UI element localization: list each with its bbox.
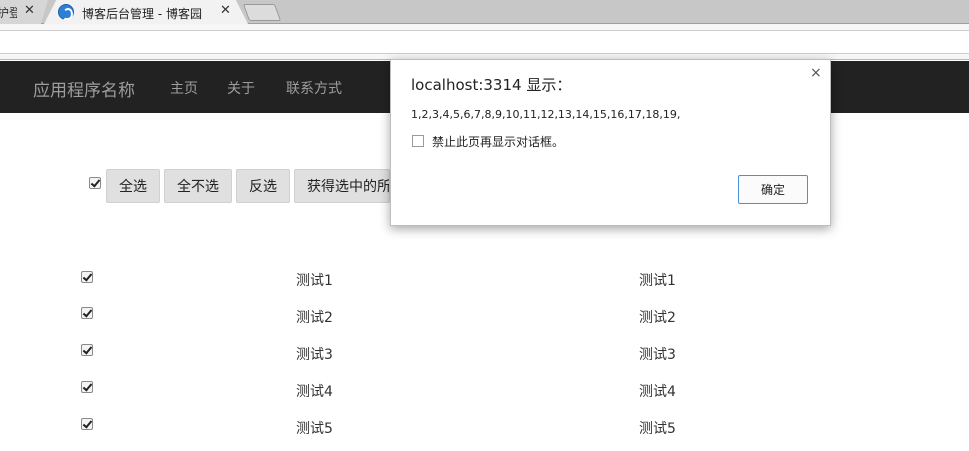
row-cell-value: 测试3	[639, 347, 676, 363]
row-cell-name: 测试5	[296, 421, 333, 437]
dialog-title: localhost:3314 显示：	[411, 76, 572, 94]
nav-link-contact[interactable]: 联系方式	[286, 78, 342, 98]
ok-button[interactable]: 确定	[738, 175, 808, 204]
browser-tab-active[interactable]: 博客后台管理 - 博客园 ✕	[44, 0, 248, 24]
suppress-dialogs-label[interactable]: 禁止此页再显示对话框。	[432, 133, 564, 150]
dialog-message: 1,2,3,4,5,6,7,8,9,10,11,12,13,14,15,16,1…	[411, 108, 681, 121]
browser-tab-previous[interactable]: 护登 ✕	[0, 0, 48, 24]
address-bar	[0, 24, 969, 60]
suppress-dialogs-checkbox[interactable]	[412, 135, 424, 147]
row-cell-value: 测试5	[639, 421, 676, 437]
nav-link-about[interactable]: 关于	[227, 78, 255, 98]
get-selected-button[interactable]: 获得选中的所	[294, 169, 390, 203]
select-none-button[interactable]: 全不选	[164, 169, 232, 203]
row-cell-name: 测试2	[296, 310, 333, 326]
tab-title: 护登	[0, 5, 17, 20]
tab-title: 博客后台管理 - 博客园	[82, 7, 202, 21]
url-input[interactable]	[0, 30, 969, 54]
row-cell-name: 测试4	[296, 384, 333, 400]
row-cell-name: 测试1	[296, 273, 333, 289]
alert-dialog: localhost:3314 显示： × 1,2,3,4,5,6,7,8,9,1…	[390, 59, 831, 226]
row-checkbox[interactable]	[81, 344, 93, 356]
select-all-checkbox[interactable]	[89, 177, 101, 189]
close-icon[interactable]: ×	[810, 65, 822, 81]
row-cell-value: 测试2	[639, 310, 676, 326]
nav-link-home[interactable]: 主页	[170, 78, 198, 98]
close-icon[interactable]: ✕	[24, 3, 35, 18]
row-cell-value: 测试4	[639, 384, 676, 400]
row-checkbox[interactable]	[81, 381, 93, 393]
row-checkbox[interactable]	[81, 271, 93, 283]
row-checkbox[interactable]	[81, 418, 93, 430]
invert-selection-button[interactable]: 反选	[236, 169, 290, 203]
select-all-button[interactable]: 全选	[106, 169, 160, 203]
new-tab-button[interactable]	[242, 4, 282, 21]
navbar-brand[interactable]: 应用程序名称	[33, 76, 135, 101]
close-icon[interactable]: ✕	[220, 3, 231, 18]
row-cell-name: 测试3	[296, 347, 333, 363]
site-favicon-icon	[58, 4, 74, 20]
row-cell-value: 测试1	[639, 273, 676, 289]
browser-tabstrip: 护登 ✕ 博客后台管理 - 博客园 ✕	[0, 0, 969, 24]
row-checkbox[interactable]	[81, 307, 93, 319]
